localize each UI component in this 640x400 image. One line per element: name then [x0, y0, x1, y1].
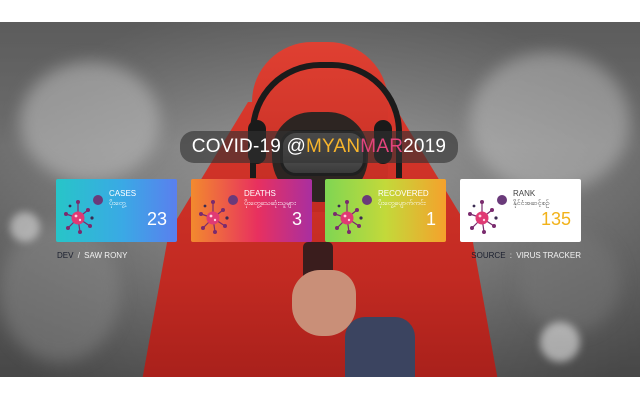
- dev-label: DEV: [57, 251, 74, 260]
- recovered-sublabel: ပိုးတွေ့ပျောက်ကင်း: [378, 200, 426, 207]
- rank-card: RANK နိုင်ငံအဆင့်စဉ် 135: [460, 179, 581, 242]
- dev-separator: /: [77, 251, 80, 260]
- deaths-label: DEATHS: [244, 189, 276, 198]
- cases-sublabel: ပိုးတွေ့: [109, 200, 126, 207]
- virus-icon: [199, 195, 238, 234]
- cases-value: 23: [146, 209, 167, 229]
- recovered-value: 1: [425, 209, 436, 229]
- deaths-card: DEATHS ပိုးတွေ့သေဆုံးသူများ 3: [191, 179, 312, 242]
- title-mar: MAR: [360, 136, 404, 157]
- developer-credit: DEV / SAW RONY: [57, 252, 127, 260]
- dev-name: SAW RONY: [84, 251, 128, 260]
- page-title: COVID-19 @ MYAN MAR 2019: [180, 131, 458, 163]
- title-prefix: COVID-19 @: [191, 136, 306, 157]
- virus-icon: [468, 195, 507, 234]
- cases-label: CASES: [109, 189, 137, 198]
- source-label: SOURCE: [471, 251, 506, 260]
- title-myan: MYAN: [306, 136, 361, 157]
- source-credit: SOURCE : VIRUS TRACKER: [471, 252, 581, 260]
- rank-label: RANK: [513, 189, 536, 198]
- source-name: VIRUS TRACKER: [516, 251, 581, 260]
- virus-icon: [333, 195, 372, 234]
- deaths-value: 3: [291, 209, 302, 229]
- recovered-card: RECOVERED ပိုးတွေ့ပျောက်ကင်း 1: [325, 179, 446, 242]
- rank-value: 135: [540, 209, 571, 229]
- virus-icon: [64, 195, 103, 234]
- cases-card: CASES ပိုးတွေ့ 23: [56, 179, 177, 242]
- deaths-sublabel: ပိုးတွေ့သေဆုံးသူများ: [244, 200, 296, 207]
- recovered-label: RECOVERED: [378, 189, 429, 198]
- title-year: 2019: [403, 136, 447, 157]
- rank-sublabel: နိုင်ငံအဆင့်စဉ်: [513, 200, 550, 207]
- source-separator: :: [509, 251, 512, 260]
